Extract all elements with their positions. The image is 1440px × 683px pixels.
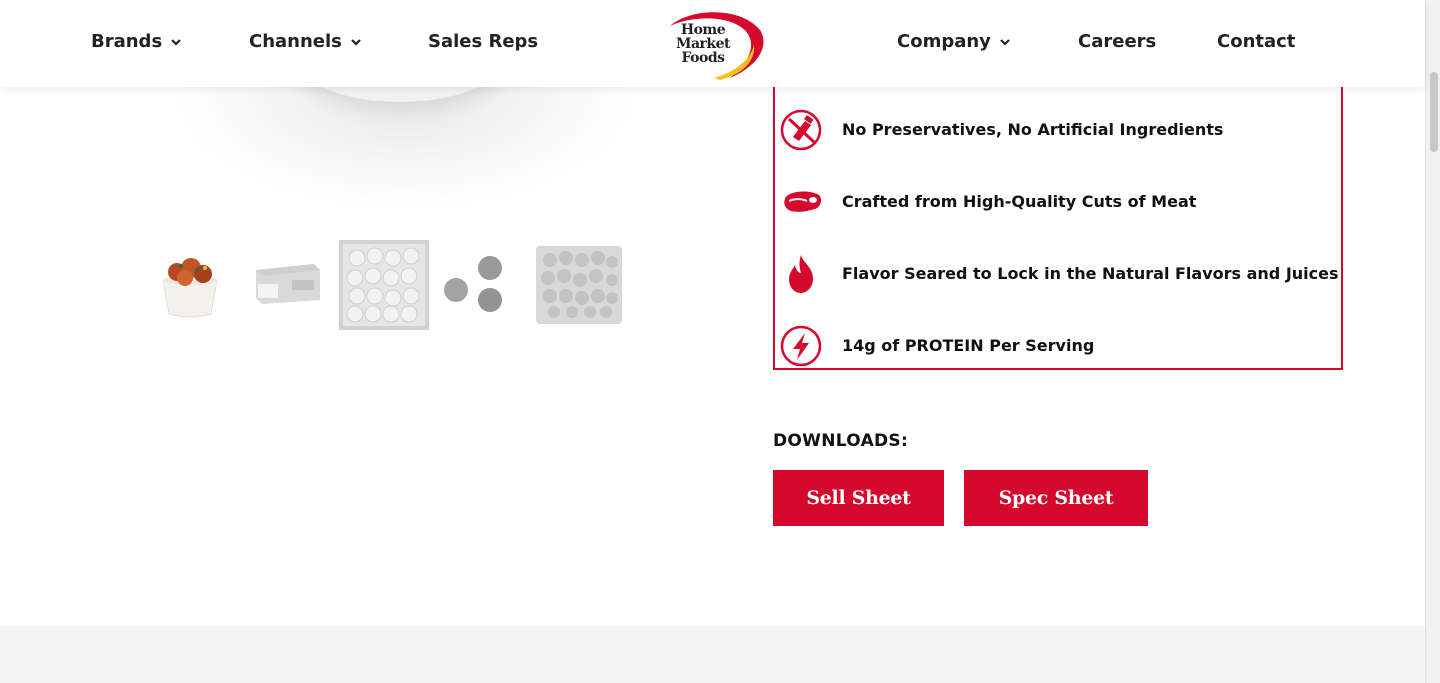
footer-section xyxy=(0,626,1425,683)
nav-channels-label: Channels xyxy=(249,31,342,52)
feature-text: 14g of PROTEIN Per Serving xyxy=(842,336,1095,355)
chevron-down-icon xyxy=(351,38,361,46)
product-features-box: No Preservatives, No Artificial Ingredie… xyxy=(773,80,1343,370)
nav-careers-label: Careers xyxy=(1078,31,1157,52)
case-contents-thumbnail xyxy=(339,240,429,330)
nav-channels[interactable]: Channels xyxy=(249,31,362,52)
chevron-down-icon xyxy=(171,38,181,46)
nav-brands-label: Brands xyxy=(91,31,163,52)
downloads-heading: DOWNLOADS: xyxy=(773,431,909,451)
nav-careers[interactable]: Careers xyxy=(1078,31,1156,52)
nav-sales-reps-label: Sales Reps xyxy=(428,31,539,52)
feature-item: 14g of PROTEIN Per Serving xyxy=(779,323,1339,369)
lightning-icon xyxy=(780,325,822,367)
feature-item: No Preservatives, No Artificial Ingredie… xyxy=(779,107,1339,153)
nav-company-label: Company xyxy=(897,31,991,52)
nav-sales-reps[interactable]: Sales Reps xyxy=(428,31,538,52)
logo-line-home: Home xyxy=(680,22,726,38)
page-scrollbar[interactable] xyxy=(1425,0,1440,683)
site-header: Brands Channels Sales Reps Home Market F… xyxy=(0,0,1425,87)
nav-contact[interactable]: Contact xyxy=(1217,31,1295,52)
steak-icon xyxy=(784,191,822,212)
feature-text: Flavor Seared to Lock in the Natural Fla… xyxy=(842,264,1339,283)
bagged-meatballs-thumbnail xyxy=(534,240,624,330)
thumbnail-three-meatballs[interactable] xyxy=(436,240,526,330)
flame-icon xyxy=(789,255,813,293)
logo-line-market: Market xyxy=(675,36,731,52)
logo-line-foods: Foods xyxy=(681,50,725,66)
spec-sheet-button[interactable]: Spec Sheet xyxy=(964,470,1148,526)
feature-text: Crafted from High-Quality Cuts of Meat xyxy=(842,192,1197,211)
meatballs-bowl-thumbnail xyxy=(145,240,235,330)
feature-text: No Preservatives, No Artificial Ingredie… xyxy=(842,120,1224,139)
thumbnail-case-contents[interactable] xyxy=(339,240,429,330)
nav-company[interactable]: Company xyxy=(897,31,1011,52)
thumbnail-product-box[interactable] xyxy=(242,240,332,330)
three-meatballs-thumbnail xyxy=(436,240,526,330)
home-market-foods-logo[interactable]: Home Market Foods xyxy=(660,8,766,80)
nav-contact-label: Contact xyxy=(1217,31,1296,52)
feature-item: Flavor Seared to Lock in the Natural Fla… xyxy=(779,251,1339,297)
product-box-thumbnail xyxy=(242,240,332,330)
sell-sheet-button[interactable]: Sell Sheet xyxy=(773,470,944,526)
thumbnail-bagged-meatballs[interactable] xyxy=(534,240,624,330)
thumbnail-meatballs-bowl[interactable] xyxy=(145,240,235,330)
chevron-down-icon xyxy=(1000,38,1010,46)
feature-item: Crafted from High-Quality Cuts of Meat xyxy=(779,179,1339,225)
no-preservatives-icon xyxy=(780,109,822,151)
scrollbar-thumb[interactable] xyxy=(1430,72,1438,152)
nav-brands[interactable]: Brands xyxy=(91,31,182,52)
logo-wordmark: Home Market Foods xyxy=(668,23,738,65)
